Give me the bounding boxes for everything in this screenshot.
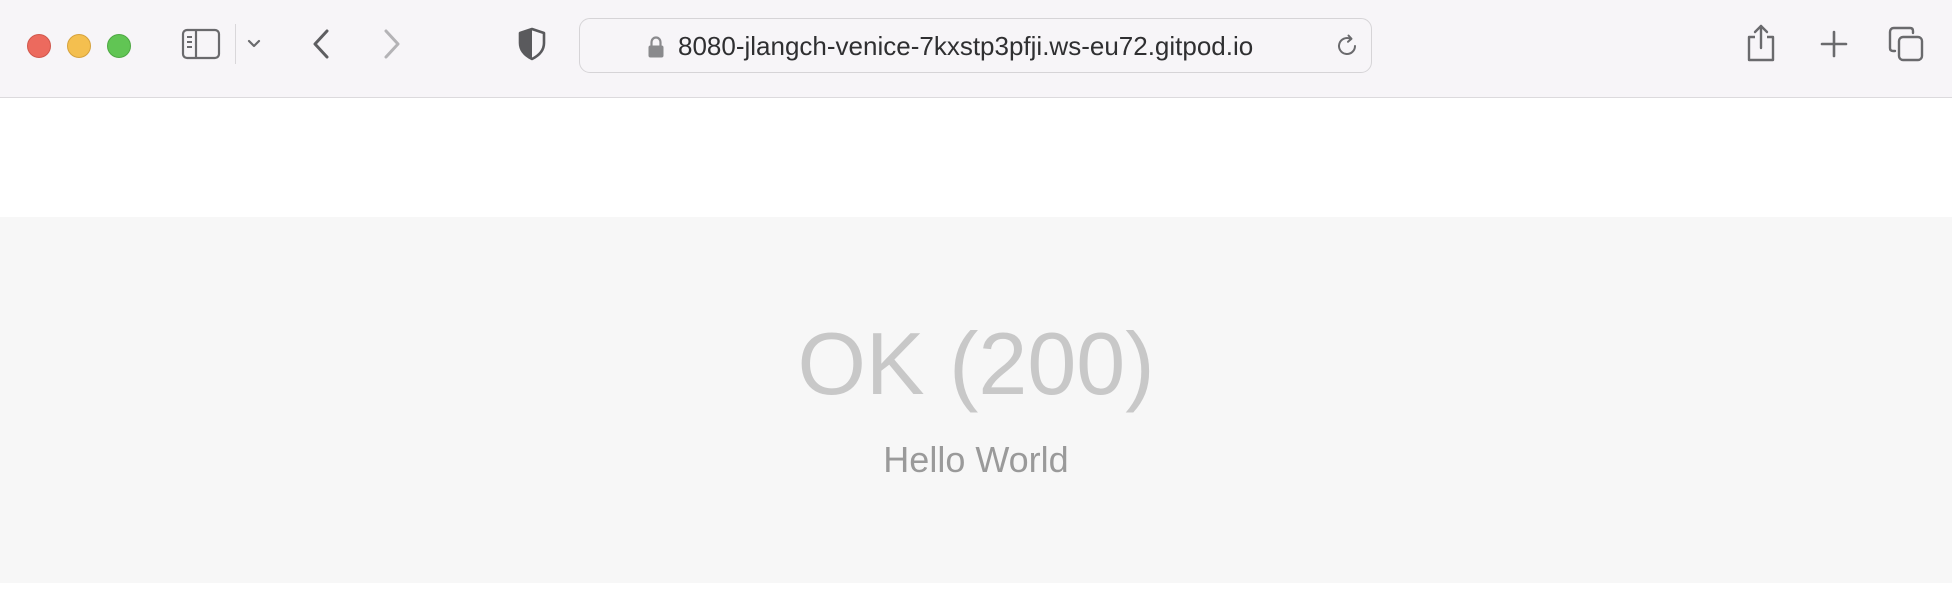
chevron-down-icon[interactable] [244,34,264,54]
status-heading: OK (200) [797,314,1155,413]
back-icon[interactable] [306,26,336,62]
forward-icon[interactable] [377,26,407,62]
tabs-icon[interactable] [1886,24,1926,64]
browser-toolbar: 8080-jlangch-venice-7kxstp3pfji.ws-eu72.… [0,0,1952,98]
sidebar-icon[interactable] [180,26,222,62]
toolbar-divider [235,24,236,64]
share-icon[interactable] [1745,22,1777,64]
lock-icon [646,34,666,60]
window-close-button[interactable] [27,34,51,58]
reload-icon[interactable] [1333,32,1361,60]
url-text[interactable]: 8080-jlangch-venice-7kxstp3pfji.ws-eu72.… [678,28,1253,64]
status-message: Hello World [883,439,1069,480]
shield-icon[interactable] [516,26,548,62]
window-maximize-button[interactable] [107,34,131,58]
plus-icon[interactable] [1816,26,1852,62]
window-minimize-button[interactable] [67,34,91,58]
